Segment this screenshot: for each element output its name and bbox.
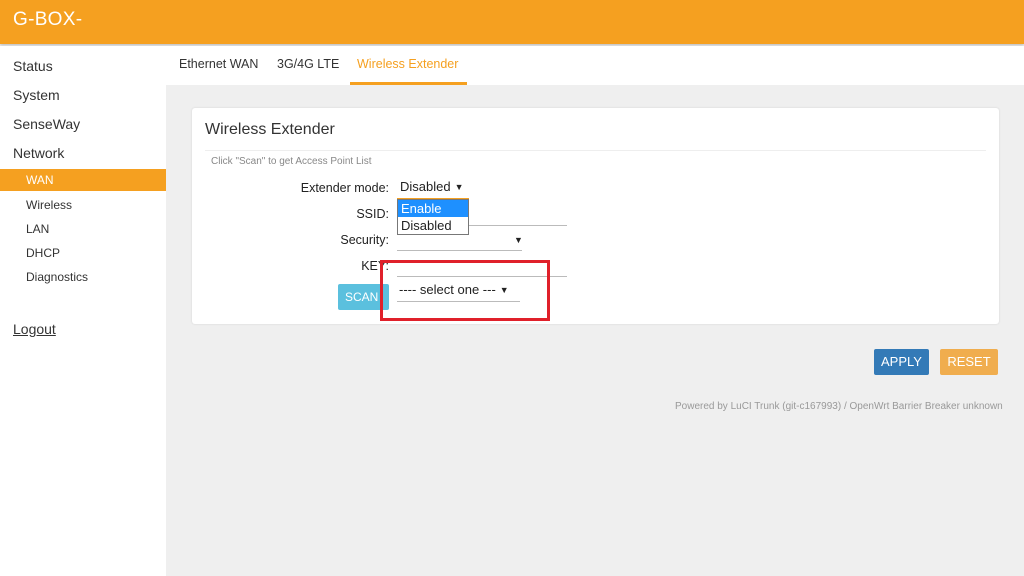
sidebar-item-dhcp[interactable]: DHCP [26, 246, 60, 260]
sidebar-item-wan-label: WAN [26, 173, 54, 187]
tab-ethernet-wan[interactable]: Ethernet WAN [179, 57, 258, 71]
caret-down-icon: ▼ [514, 235, 523, 245]
panel-divider [205, 150, 986, 151]
caret-down-icon: ▼ [454, 182, 464, 192]
wireless-extender-panel: Wireless Extender Click "Scan" to get Ac… [192, 108, 999, 324]
footer-text: Powered by LuCI Trunk (git-c167993) / Op… [675, 401, 1003, 412]
sidebar-item-system[interactable]: System [13, 87, 60, 103]
active-tab-indicator [350, 82, 467, 85]
top-bar: G-BOX- [0, 0, 1024, 44]
panel-title: Wireless Extender [205, 121, 335, 138]
ssid-label: SSID: [356, 207, 389, 221]
dropdown-option-enable[interactable]: Enable [398, 200, 468, 217]
apply-button[interactable]: APPLY [874, 349, 929, 375]
security-label: Security: [340, 233, 389, 247]
extender-mode-select[interactable]: Disabled ▼ [400, 179, 464, 194]
sidebar-item-network[interactable]: Network [13, 145, 64, 161]
extender-mode-value: Disabled [400, 179, 451, 194]
sidebar-item-status[interactable]: Status [13, 58, 53, 74]
tab-bar: Ethernet WAN 3G/4G LTE Wireless Extender [166, 46, 1024, 85]
logo: G-BOX- [13, 9, 83, 30]
extender-mode-label: Extender mode: [300, 181, 389, 195]
reset-button[interactable]: RESET [940, 349, 998, 375]
highlight-box [380, 260, 550, 321]
sidebar-item-lan[interactable]: LAN [26, 222, 49, 236]
key-label: KEY: [361, 259, 389, 273]
sidebar-item-senseway[interactable]: SenseWay [13, 116, 80, 132]
logout-link[interactable]: Logout [13, 321, 56, 337]
scan-hint: Click "Scan" to get Access Point List [211, 156, 372, 167]
extender-mode-dropdown-list: Enable Disabled [397, 199, 469, 235]
tab-3g4g-lte[interactable]: 3G/4G LTE [277, 57, 339, 71]
sidebar-item-diagnostics[interactable]: Diagnostics [26, 270, 88, 284]
sidebar-item-wireless[interactable]: Wireless [26, 198, 72, 212]
sidebar: Status System SenseWay Network WAN Wirel… [0, 46, 166, 576]
security-select[interactable]: ▼ [510, 232, 523, 247]
sidebar-item-wan[interactable]: WAN [0, 169, 166, 191]
security-underline [397, 250, 522, 251]
dropdown-option-disabled[interactable]: Disabled [398, 217, 468, 234]
tab-wireless-extender[interactable]: Wireless Extender [357, 57, 458, 71]
